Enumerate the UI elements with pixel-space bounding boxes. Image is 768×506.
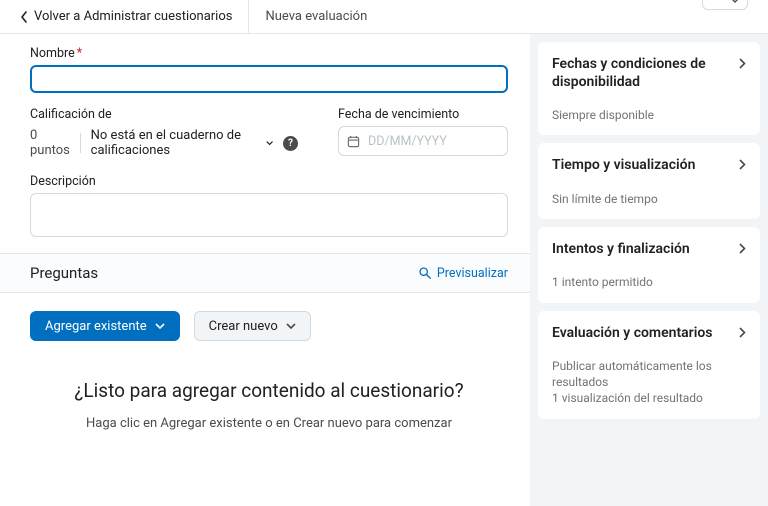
panel-attempts[interactable]: Intentos y finalización (552, 241, 746, 259)
create-new-button[interactable]: Crear nuevo (194, 311, 311, 341)
panel-subtext: Siempre disponible (552, 107, 746, 123)
panel-subtext: Sin límite de tiempo (552, 191, 746, 207)
due-date-input[interactable]: DD/MM/YYYY (338, 126, 508, 156)
empty-state-sub: Haga clic en Agregar existente o en Crea… (30, 416, 508, 431)
top-dropdown[interactable] (702, 0, 748, 10)
grading-label: Calificación de (30, 107, 298, 122)
chevron-left-icon (20, 11, 28, 23)
divider (80, 133, 81, 153)
chevron-down-icon (266, 140, 273, 146)
calendar-icon (347, 135, 360, 148)
panel-title: Fechas y condiciones de disponibilidad (552, 56, 739, 91)
chevron-right-icon (739, 243, 746, 254)
create-new-label: Crear nuevo (209, 319, 278, 334)
panel-title: Tiempo y visualización (552, 157, 703, 175)
panel-subtext: 1 intento permitido (552, 274, 746, 290)
chevron-right-icon (739, 327, 746, 338)
due-date-placeholder: DD/MM/YYYY (368, 134, 447, 149)
caret-down-icon (731, 0, 739, 3)
back-label: Volver a Administrar cuestionarios (34, 9, 232, 24)
points-value: 0 puntos (30, 128, 70, 158)
panel-timing[interactable]: Tiempo y visualización (552, 157, 746, 175)
back-link[interactable]: Volver a Administrar cuestionarios (20, 0, 248, 33)
chevron-right-icon (739, 58, 746, 69)
add-existing-label: Agregar existente (45, 319, 147, 334)
empty-state-heading: ¿Listo para agregar contenido al cuestio… (30, 379, 508, 402)
chevron-down-icon (286, 323, 296, 329)
panel-title: Evaluación y comentarios (552, 325, 720, 343)
preview-label: Previsualizar (437, 266, 508, 281)
gradebook-status-label: No está en el cuaderno de calificaciones (91, 128, 260, 158)
panel-availability[interactable]: Fechas y condiciones de disponibilidad (552, 56, 746, 91)
description-input[interactable] (30, 193, 508, 237)
page-title: Nueva evaluación (249, 9, 367, 24)
add-existing-button[interactable]: Agregar existente (30, 311, 180, 341)
due-date-label: Fecha de vencimiento (338, 107, 508, 122)
chevron-down-icon (155, 323, 165, 329)
main-form: Nombre* Calificación de 0 puntos No está… (0, 34, 530, 506)
description-label: Descripción (30, 174, 508, 189)
preview-icon (418, 266, 432, 280)
panel-title: Intentos y finalización (552, 241, 698, 259)
panel-evaluation[interactable]: Evaluación y comentarios (552, 325, 746, 343)
help-icon[interactable]: ? (283, 136, 298, 151)
gradebook-dropdown[interactable]: No está en el cuaderno de calificaciones (91, 128, 273, 158)
chevron-right-icon (739, 159, 746, 170)
name-label: Nombre* (30, 46, 508, 61)
preview-button[interactable]: Previsualizar (418, 266, 508, 281)
questions-heading: Preguntas (30, 264, 98, 282)
panel-subtext: Publicar automáticamente los resultados … (552, 358, 746, 407)
settings-sidebar: Fechas y condiciones de disponibilidad S… (530, 34, 768, 506)
name-input[interactable] (30, 65, 508, 93)
